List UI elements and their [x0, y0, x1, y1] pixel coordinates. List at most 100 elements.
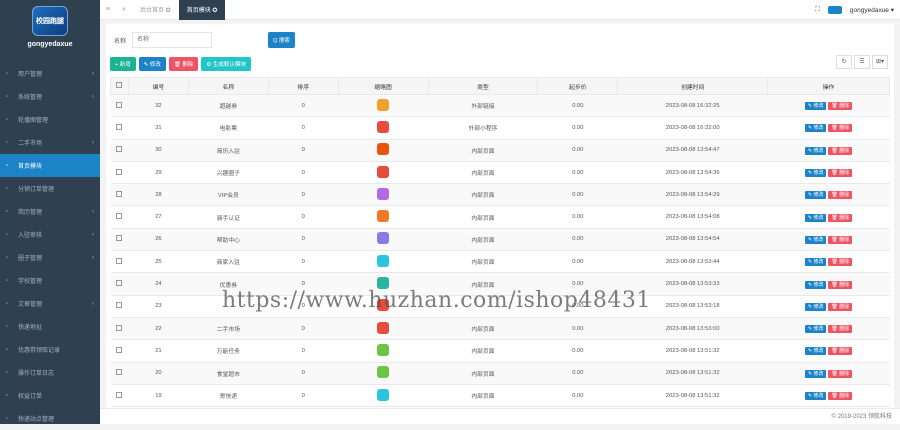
table-row[interactable]: 21 万能任务 0 内部页面 0.00 2023-08-08 13:51:32 ✎ 修改 🗑 …: [110, 339, 890, 363]
row-checkbox-cell[interactable]: [110, 384, 129, 408]
user-menu[interactable]: gongyedaxue ▾: [850, 6, 894, 14]
row-edit-button[interactable]: ✎ 修改: [804, 235, 827, 244]
sidebar-item-4[interactable]: ▫ 首页模块: [0, 154, 100, 177]
sidebar-item-12[interactable]: ▫ 优惠券领取记录: [0, 338, 100, 361]
table-row[interactable]: 23 0 0.00 2023-08-08 13:53:18 ✎ 修改 🗑 删除: [110, 295, 890, 318]
row-delete-button[interactable]: 🗑 删除: [828, 124, 853, 133]
row-delete-button[interactable]: 🗑 删除: [828, 392, 853, 400]
sidebar-item-1[interactable]: ▫ 系统管理 ‹: [0, 85, 100, 108]
row-edit-button[interactable]: ✎ 修改: [804, 169, 827, 178]
row-checkbox[interactable]: [116, 280, 123, 287]
row-checkbox[interactable]: [116, 235, 123, 242]
row-checkbox-cell[interactable]: [110, 116, 129, 140]
row-checkbox-cell[interactable]: [110, 183, 129, 207]
row-edit-button[interactable]: ✎ 修改: [804, 213, 827, 222]
row-delete-button[interactable]: 🗑 删除: [828, 280, 853, 289]
add-button[interactable]: + 新增: [110, 57, 136, 71]
delete-button[interactable]: 🗑 删除: [168, 57, 199, 71]
table-row[interactable]: 31 电影票 0 外部小程序 0.00 2023-08-08 16:32:00 ✎ 修改 🗑 …: [110, 116, 890, 140]
row-delete-button[interactable]: 🗑 删除: [828, 302, 853, 311]
row-delete-button[interactable]: 🗑 删除: [828, 235, 853, 244]
table-row[interactable]: 20 食堂超市 0 内部页面 0.00 2023-08-08 13:51:32 ✎ 修改 🗑 …: [110, 362, 890, 385]
row-checkbox-cell[interactable]: [110, 317, 129, 341]
row-checkbox-cell[interactable]: [110, 295, 129, 318]
sidebar-item-2[interactable]: ▫ 轮播图管理: [0, 108, 100, 131]
row-checkbox-cell[interactable]: [110, 272, 129, 296]
table-row[interactable]: 27 骑手认证 0 内部页面 0.00 2023-08-08 13:54:08 ✎ 修改 🗑 …: [110, 205, 890, 229]
sidebar-item-15[interactable]: ▫ 快递站点管理: [0, 407, 100, 430]
row-delete-button[interactable]: 🗑 删除: [828, 213, 853, 222]
row-edit-button[interactable]: ✎ 修改: [804, 258, 827, 267]
row-checkbox[interactable]: [116, 302, 123, 309]
table-row[interactable]: 26 帮助中心 0 内部页面 0.00 2023-08-08 13:54:54 ✎ 修改 🗑 …: [110, 228, 890, 252]
column-header-0[interactable]: [110, 77, 129, 95]
row-checkbox-cell[interactable]: [110, 228, 129, 252]
table-row[interactable]: 22 二手市场 0 内部页面 0.00 2023-08-08 13:53:00 ✎ 修改 🗑 …: [110, 317, 890, 341]
sidebar-item-0[interactable]: ▫ 用户管理 ‹: [0, 62, 100, 85]
row-delete-button[interactable]: 🗑 删除: [828, 169, 853, 178]
refresh-icon[interactable]: ↻: [836, 55, 852, 69]
row-edit-button[interactable]: ✎ 修改: [804, 146, 827, 155]
back-icon[interactable]: «: [116, 6, 132, 13]
fullscreen-icon[interactable]: ⛶: [815, 6, 820, 14]
sidebar-item-8[interactable]: ▫ 圈子管理 ‹: [0, 246, 100, 269]
table-row[interactable]: 24 优惠券 0 内部页面 0.00 2023-08-08 13:53:33 ✎ 修改 🗑 删…: [110, 272, 890, 296]
tab-home[interactable]: 后台首页 ✪: [132, 0, 179, 20]
row-edit-button[interactable]: ✎ 修改: [804, 392, 827, 400]
sidebar-item-3[interactable]: ▫ 二手市场 ‹: [0, 131, 100, 154]
row-checkbox[interactable]: [116, 369, 123, 376]
sidebar-item-10[interactable]: ▫ 文章管理 ‹: [0, 292, 100, 315]
row-delete-button[interactable]: 🗑 删除: [828, 146, 853, 155]
row-delete-button[interactable]: 🗑 删除: [828, 325, 853, 334]
row-edit-button[interactable]: ✎ 修改: [804, 191, 827, 200]
sidebar-item-5[interactable]: ▫ 分销订单管理: [0, 177, 100, 200]
row-delete-button[interactable]: 🗑 删除: [828, 369, 853, 378]
generate-default-button[interactable]: ⚙ 生成默认模块: [201, 57, 251, 71]
table-row[interactable]: 32 超越券 0 外部链接 0.00 2023-08-08 16:32:25 ✎ 修改 🗑 删…: [110, 94, 890, 118]
tab-home-modules[interactable]: 首页模块 ✪: [178, 0, 226, 20]
row-delete-button[interactable]: 🗑 删除: [828, 191, 853, 200]
sidebar-item-11[interactable]: ▫ 快递地址: [0, 315, 100, 338]
table-row[interactable]: 30 简历入驻 0 内部页面 0.00 2023-08-08 13:54:47 ✎ 修改 🗑 …: [110, 139, 890, 162]
row-checkbox[interactable]: [116, 213, 123, 220]
sidebar-item-9[interactable]: ▫ 学校管理: [0, 269, 100, 292]
row-edit-button[interactable]: ✎ 修改: [804, 280, 827, 289]
sidebar-item-6[interactable]: ▫ 简历管理 ‹: [0, 200, 100, 223]
select-all-checkbox[interactable]: [116, 82, 123, 88]
search-input[interactable]: [132, 32, 213, 48]
row-checkbox-cell[interactable]: [110, 94, 129, 118]
row-checkbox-cell[interactable]: [110, 205, 129, 229]
row-checkbox[interactable]: [116, 168, 123, 175]
row-checkbox[interactable]: [116, 257, 123, 264]
row-checkbox[interactable]: [116, 190, 123, 197]
row-edit-button[interactable]: ✎ 修改: [804, 369, 827, 378]
row-edit-button[interactable]: ✎ 修改: [804, 325, 827, 334]
table-row[interactable]: 19 寄快递 0 内部页面 0.00 2023-08-08 13:51:32 ✎ 修改 🗑 删…: [110, 384, 890, 408]
row-edit-button[interactable]: ✎ 修改: [804, 124, 827, 133]
row-checkbox[interactable]: [116, 123, 123, 130]
row-checkbox[interactable]: [116, 146, 123, 153]
row-checkbox[interactable]: [116, 391, 123, 398]
row-delete-button[interactable]: 🗑 删除: [828, 102, 853, 111]
row-edit-button[interactable]: ✎ 修改: [804, 302, 827, 311]
row-checkbox[interactable]: [116, 101, 123, 108]
menu-toggle-icon[interactable]: ≡: [100, 6, 116, 13]
sidebar-item-13[interactable]: ▫ 操作订单日志: [0, 361, 100, 384]
row-delete-button[interactable]: 🗑 删除: [828, 258, 853, 267]
row-checkbox[interactable]: [116, 324, 123, 331]
edit-button[interactable]: ✎ 修改: [138, 57, 166, 71]
table-row[interactable]: 29 兴趣圈子 0 内部页面 0.00 2023-08-08 13:54:36 ✎ 修改 🗑 …: [110, 161, 890, 185]
row-checkbox-cell[interactable]: [110, 250, 129, 274]
search-button[interactable]: Q 搜索: [268, 32, 295, 48]
row-checkbox-cell[interactable]: [110, 362, 129, 385]
row-checkbox[interactable]: [116, 346, 123, 353]
row-checkbox-cell[interactable]: [110, 339, 129, 363]
row-delete-button[interactable]: 🗑 删除: [828, 347, 853, 356]
sidebar-item-14[interactable]: ▫ 权益订单: [0, 384, 100, 407]
row-edit-button[interactable]: ✎ 修改: [804, 102, 827, 111]
table-row[interactable]: 28 VIP会员 0 内部页面 0.00 2023-08-08 13:54:29 ✎ 修改 🗑…: [110, 183, 890, 207]
sidebar-item-7[interactable]: ▫ 入驻审核 ‹: [0, 223, 100, 246]
row-edit-button[interactable]: ✎ 修改: [804, 347, 827, 356]
row-checkbox-cell[interactable]: [110, 161, 129, 185]
columns-icon[interactable]: ☰: [854, 55, 870, 69]
